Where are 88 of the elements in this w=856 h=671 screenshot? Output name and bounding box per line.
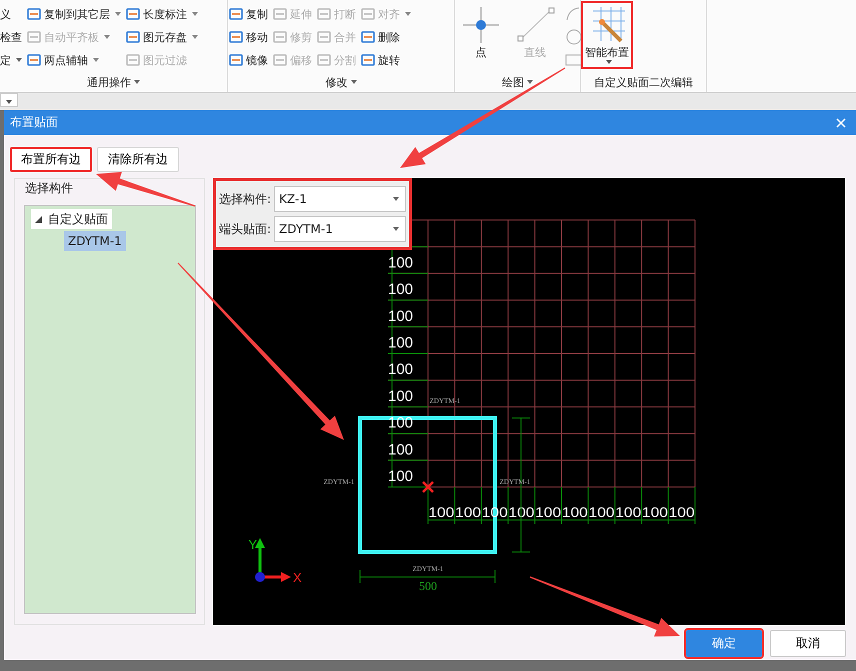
caret-icon [104, 35, 110, 39]
axis-label: X [293, 570, 302, 585]
dropdown[interactable] [0, 93, 18, 107]
caret-icon [134, 80, 140, 84]
tool-icon [360, 29, 376, 45]
ribbon-group-label: 绘图 [455, 72, 580, 92]
ribbon-tool[interactable]: 复制到其它层 [26, 3, 121, 25]
dropdown-field[interactable]: ZDYTM-1 [274, 216, 406, 242]
axis-drawing [255, 538, 291, 582]
tool-icon [228, 52, 244, 68]
dimension-label: 100 [388, 361, 414, 378]
dialog-button[interactable]: 布置所有边 [10, 147, 92, 172]
axis-label: Y [248, 537, 257, 552]
caret-icon [192, 35, 198, 39]
caret-icon [115, 12, 121, 16]
dimension-label: 100 [668, 504, 692, 520]
ribbon-tool[interactable]: 两点辅轴 [26, 49, 121, 71]
dimension-label: 100 [508, 504, 532, 520]
dialog-button[interactable]: 清除所有边 [97, 147, 179, 172]
caret-icon [405, 12, 411, 16]
tool-icon [26, 29, 42, 45]
ribbon-large-button[interactable]: 智能布置 [583, 3, 631, 67]
tool-icon [125, 6, 141, 22]
dimension-label: 100 [615, 504, 639, 520]
dimension-label: 100 [388, 334, 414, 352]
ribbon-tool[interactable]: 镜像 [228, 49, 268, 71]
tool-icon [360, 52, 376, 68]
caret-icon [606, 60, 612, 64]
ribbon-tool[interactable]: 移动 [228, 26, 268, 48]
dimension-label: 500 [419, 579, 437, 593]
expand-icon[interactable] [35, 216, 42, 222]
dimension-label: 100 [388, 308, 414, 325]
dimension-label: 100 [388, 441, 414, 458]
tool-icon [26, 6, 42, 22]
ribbon-tool[interactable]: 检查 [0, 26, 22, 48]
ribbon-tool[interactable]: 长度标注 [125, 3, 198, 25]
dimension-label: 100 [388, 388, 414, 405]
dimension-label: 100 [388, 414, 414, 432]
tool-icon [316, 29, 332, 45]
tool-icon [316, 52, 332, 68]
group-label: 选择构件 [23, 180, 75, 197]
caret-icon [16, 58, 22, 62]
tool-icon [272, 29, 288, 45]
caret-icon [393, 197, 399, 201]
field-label: 端头贴面: [219, 220, 272, 238]
ribbon-tool[interactable]: 定 [0, 49, 22, 71]
ribbon-group-label: 修改 [228, 72, 454, 92]
caret-icon [350, 80, 356, 84]
dimension-label: 100 [642, 504, 666, 520]
ribbon-tool[interactable]: 义 [0, 3, 22, 25]
caret-icon [93, 58, 99, 62]
caret-icon [393, 227, 399, 231]
ribbon-tool[interactable]: 删除 [360, 26, 411, 48]
tool-icon [228, 29, 244, 45]
dimension-label: 100 [535, 504, 558, 520]
dialog-button[interactable]: 确定 [686, 630, 762, 657]
dimension-label: 100 [428, 504, 452, 520]
origin-marker [422, 480, 434, 494]
ribbon-group-label: 自定义贴面二次编辑 [593, 74, 694, 90]
ribbon-tool[interactable]: 图元存盘 [125, 26, 198, 48]
dimension-label: 100 [388, 281, 414, 298]
ribbon-group-label: 通用操作 [0, 72, 227, 92]
dimension-label: 100 [388, 254, 414, 272]
tool-icon [272, 52, 288, 68]
tool-icon [26, 52, 42, 68]
ribbon-tool[interactable]: 复制 [228, 3, 268, 25]
caret-icon [192, 12, 198, 16]
tree-item[interactable]: ZDYTM-1 [64, 231, 126, 251]
dimension-label: 100 [588, 504, 612, 520]
tree-item[interactable]: 自定义贴面 [31, 209, 112, 229]
dropdown-field[interactable]: KZ-1 [274, 186, 406, 212]
tool-icon [360, 6, 376, 22]
tool-icon [272, 6, 288, 22]
close-icon[interactable] [836, 118, 846, 128]
tool-icon [125, 52, 141, 68]
dimension-label: 100 [455, 504, 478, 520]
dialog-button[interactable]: 取消 [770, 630, 846, 657]
ribbon-large-button[interactable]: 点 [457, 3, 505, 67]
caret-icon [527, 80, 533, 84]
dimension-label: 100 [562, 504, 586, 520]
tool-icon [125, 29, 141, 45]
caret-icon [6, 100, 12, 104]
tool-icon [228, 6, 244, 22]
dimension-label: 100 [388, 468, 414, 485]
ribbon-tool[interactable]: 旋转 [360, 49, 411, 71]
tool-icon [316, 6, 332, 22]
field-label: 选择构件: [219, 190, 272, 208]
dialog-title: 布置贴面 [10, 114, 58, 131]
